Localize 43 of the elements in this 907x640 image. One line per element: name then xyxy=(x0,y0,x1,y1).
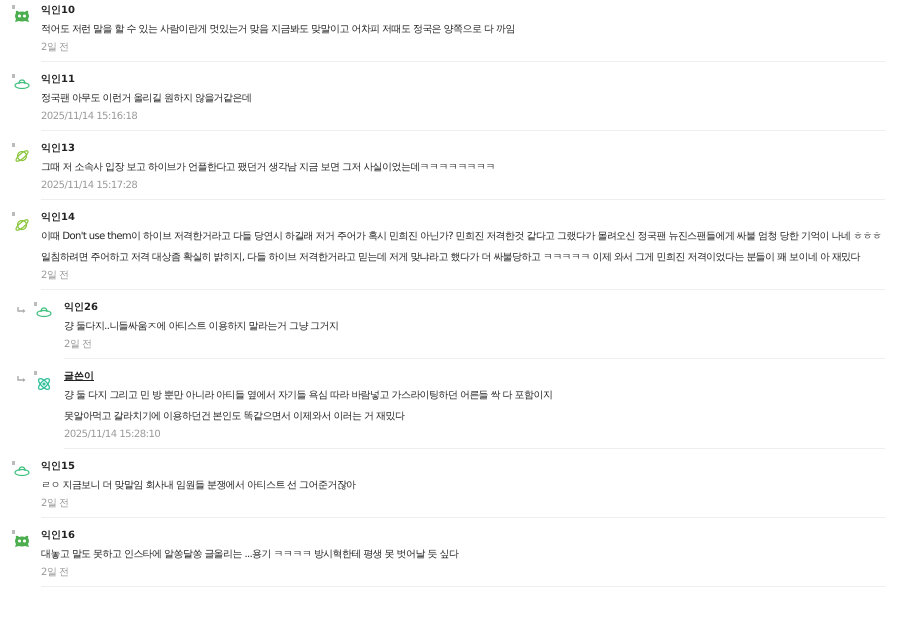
rank-icon xyxy=(12,143,15,147)
author-name[interactable]: 익인26 xyxy=(64,301,885,315)
comment-time: 2일 전 xyxy=(41,497,70,511)
comment-text: 이때 Don't use them이 하이브 저격한거라고 다들 당연시 하길래 저거 주어가 혹시 민희진 아닌가? 민희진 저격한것 같다고 그랬다가 몰려오신 정국팬 뉴진스팬들에게 싸불 엄청 당한 기억이 나네 ㅎㅎㅎ 일침하려면 주어하고 저격 대상좀 확실히 밝히지, 다들 하이브 저격한거라고 믿는데 저게 맞냐라고 했다가 더 싸불당하고 ㅋㅋㅋㅋㅋ 이제 와서 그게 민희진 저격이었다는 분들이 꽤 보이네 아 재밌다 xyxy=(41,230,882,265)
author-name[interactable]: 익인16 xyxy=(41,529,885,543)
rank-icon xyxy=(12,5,15,9)
author-name[interactable]: 익인11 xyxy=(41,73,885,87)
author-name[interactable]: 글쓴이 xyxy=(64,370,885,384)
rank-icon xyxy=(12,74,15,78)
comment-time: 2일 전 xyxy=(64,338,93,352)
ufo-avatar-icon xyxy=(14,466,30,477)
ufo-avatar-icon xyxy=(36,307,52,318)
rank-icon xyxy=(34,371,37,375)
planet-avatar-icon xyxy=(14,148,30,164)
atom-avatar-icon xyxy=(36,376,52,392)
author-name[interactable]: 익인14 xyxy=(41,211,885,225)
ufo-avatar-icon xyxy=(14,79,30,90)
comment-text: 걍 둘다지..니들싸움ㅈ에 아티스트 이용하지 말라는거 그냥 그거지 xyxy=(64,320,340,334)
reply-arrow-icon xyxy=(17,307,26,314)
comment-text: 못알아먹고 갈라치기에 이용하던건 본인도 똑같으면서 이제와서 이러는 거 재밌다 xyxy=(64,410,406,424)
comment-time: 2025/11/14 15:16:18 xyxy=(41,110,138,124)
comment-time: 2025/11/14 15:28:10 xyxy=(64,428,162,442)
author-name[interactable]: 익인15 xyxy=(41,460,885,474)
comment-text: 걍 둘 다지 그리고 민 방 뿐만 아니라 아티들 옆에서 자기들 욕심 따라 바람넣고 가스라이팅하던 어른들 싹 다 포함이지 xyxy=(64,389,554,403)
comment-text: 대놓고 말도 못하고 인스타에 알쏭달쏭 글올리는 ...용기 ㅋㅋㅋㅋ 방시혁한테 평생 못 벗어날 듯 싶다 xyxy=(41,548,460,562)
comment-text: 적어도 저런 말을 할 수 있는 사람이란게 멋있는거 맞음 지금봐도 맞말이고 어차피 저때도 정국은 양쪽으로 다 까임 xyxy=(41,23,516,37)
planet-avatar-icon xyxy=(14,217,30,233)
author-name[interactable]: 익인13 xyxy=(41,142,885,156)
comment-text: 그때 저 소속사 입장 보고 하이브가 언플한다고 팼던거 생각남 지금 보면 그저 사실이었는데ㅋㅋㅋㅋㅋㅋㅋㅋ xyxy=(41,161,496,175)
monster-avatar-icon xyxy=(14,10,30,23)
comment-time: 2일 전 xyxy=(41,566,70,580)
monster-avatar-icon xyxy=(14,535,30,548)
comment-time: 2일 전 xyxy=(41,269,70,283)
rank-icon xyxy=(34,302,37,306)
rank-icon xyxy=(12,212,15,216)
author-name[interactable]: 익인10 xyxy=(41,4,885,18)
comment-time: 2일 전 xyxy=(41,41,70,55)
rank-icon xyxy=(12,461,15,465)
comment-text: ㄹㅇ 지금보니 더 맞말임 회사내 임원들 분쟁에서 아티스트 선 그어준거잖아 xyxy=(41,479,357,493)
reply-arrow-icon xyxy=(17,376,26,383)
comment-time: 2025/11/14 15:17:28 xyxy=(41,179,138,193)
rank-icon xyxy=(12,530,15,534)
comment-text: 정국팬 아무도 이런거 올리길 원하지 않을거같은데 xyxy=(41,92,252,106)
